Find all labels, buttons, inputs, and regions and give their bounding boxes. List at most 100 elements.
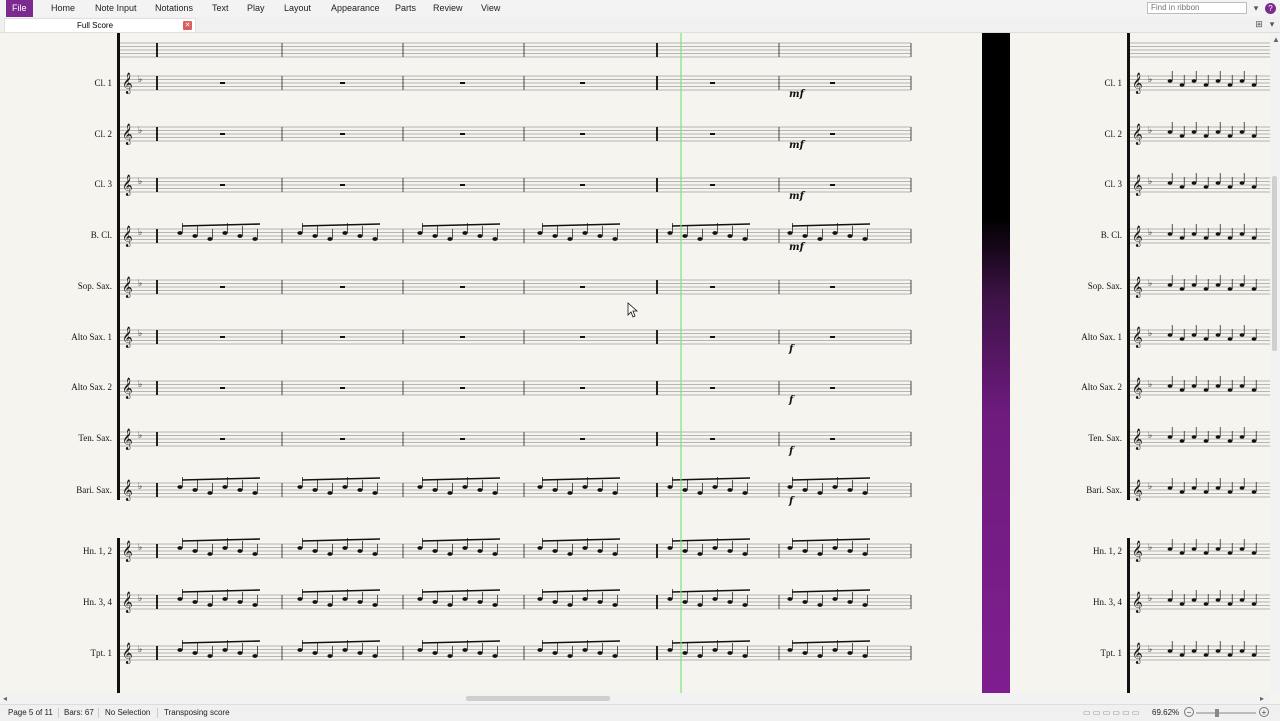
dynamic-marking: mf bbox=[789, 140, 806, 151]
rest bbox=[580, 336, 585, 338]
note-head bbox=[342, 231, 348, 235]
vertical-scrollbar[interactable]: ▲ bbox=[1270, 33, 1280, 693]
question-icon[interactable]: ? bbox=[1265, 3, 1276, 14]
note-head bbox=[682, 234, 688, 238]
zoom-slider-handle[interactable] bbox=[1215, 709, 1219, 717]
note-head bbox=[1239, 547, 1245, 551]
instrument-label: B. Cl. bbox=[90, 230, 112, 240]
note-head bbox=[372, 237, 378, 241]
note-head bbox=[432, 488, 438, 492]
scroll-up-icon[interactable]: ▲ bbox=[1272, 35, 1280, 44]
note-head bbox=[417, 231, 423, 235]
note-head bbox=[1203, 134, 1209, 138]
note-head bbox=[177, 546, 183, 550]
ribbon-tab-layout[interactable]: Layout bbox=[284, 0, 311, 17]
note-head bbox=[1239, 435, 1245, 439]
note-head bbox=[567, 654, 573, 658]
note-head bbox=[742, 237, 748, 241]
rest bbox=[830, 387, 835, 389]
rest bbox=[220, 286, 225, 288]
note-head bbox=[1167, 384, 1173, 388]
note-head bbox=[667, 485, 673, 489]
note-head bbox=[1167, 130, 1173, 134]
note-head bbox=[372, 491, 378, 495]
key-signature: ♭ bbox=[1148, 380, 1152, 390]
ribbon-tab-view[interactable]: View bbox=[481, 0, 500, 17]
note-head bbox=[832, 231, 838, 235]
note-head bbox=[582, 648, 588, 652]
note-head bbox=[327, 491, 333, 495]
zoom-in-icon[interactable]: + bbox=[1259, 707, 1269, 717]
instrument-label: Hn. 3, 4 bbox=[1093, 597, 1122, 607]
ribbon-tab-text[interactable]: Text bbox=[212, 0, 229, 17]
note-head bbox=[727, 651, 733, 655]
treble-clef: 𝄞 bbox=[1132, 378, 1143, 399]
new-tab-icon[interactable]: ⊞ bbox=[1253, 18, 1265, 30]
horizontal-scrollbar[interactable]: ◂ ▸ bbox=[0, 693, 1270, 704]
note-head bbox=[1179, 236, 1185, 240]
status-bars: Bars: 67 bbox=[64, 708, 94, 717]
note-head bbox=[582, 485, 588, 489]
score-canvas[interactable]: 𝄞 𝄞 ♭ ♭ 𝄞 𝄞 ♭ ♭ 𝄞 𝄞 ♭ ♭ 𝄞 𝄞 ♭ ♭ 𝄞 𝄞 ♭ ♭ 𝄞 𝄞 ♭ ♭ 𝄞 𝄞 ♭ ♭ 𝄞 𝄞 ♭ ♭ 𝄞 𝄞 ♭ ♭ 𝄞 𝄞 ♭ ♭… bbox=[0, 33, 1270, 693]
note-head bbox=[1191, 486, 1197, 490]
note-head bbox=[1227, 551, 1233, 555]
note-head bbox=[612, 654, 618, 658]
rest bbox=[710, 133, 715, 135]
note-head bbox=[1191, 181, 1197, 185]
scroll-right-icon[interactable]: ▸ bbox=[1260, 694, 1264, 703]
document-tab-title: Full Score bbox=[77, 21, 114, 30]
zoom-out-icon[interactable]: − bbox=[1184, 707, 1194, 717]
note-beam bbox=[791, 640, 871, 644]
note-head bbox=[582, 597, 588, 601]
note-head bbox=[312, 651, 318, 655]
ribbon-tab-review[interactable]: Review bbox=[433, 0, 463, 17]
ribbon-tab-notations[interactable]: Notations bbox=[155, 0, 193, 17]
ribbon-tab-parts[interactable]: Parts bbox=[395, 0, 416, 17]
note-head bbox=[1251, 388, 1257, 392]
note-head bbox=[1215, 486, 1221, 490]
ribbon-tab-file[interactable]: File bbox=[6, 0, 33, 17]
rest bbox=[710, 286, 715, 288]
instrument-label: Sop. Sax. bbox=[77, 281, 112, 291]
close-icon[interactable]: ✕ bbox=[183, 21, 192, 30]
ribbon-tab-note-input[interactable]: Note Input bbox=[95, 0, 137, 17]
instrument-label: Cl. 3 bbox=[94, 179, 112, 189]
note-beam bbox=[791, 538, 871, 542]
zoom-slider[interactable] bbox=[1196, 712, 1256, 714]
rest bbox=[220, 336, 225, 338]
note-head bbox=[207, 552, 213, 556]
rest bbox=[830, 82, 835, 84]
note-head bbox=[682, 549, 688, 553]
rest bbox=[220, 438, 225, 440]
document-tab[interactable]: Full Score ✕ bbox=[4, 18, 196, 33]
note-head bbox=[432, 600, 438, 604]
note-head bbox=[802, 234, 808, 238]
status-bar: Page 5 of 11 Bars: 67 No Selection Trans… bbox=[0, 704, 1280, 721]
status-transposing-mode[interactable]: Transposing score bbox=[164, 708, 230, 718]
note-head bbox=[1215, 181, 1221, 185]
rest bbox=[580, 184, 585, 186]
instrument-label: Bari. Sax. bbox=[1086, 485, 1122, 495]
scroll-left-icon[interactable]: ◂ bbox=[3, 694, 7, 703]
note-head bbox=[447, 654, 453, 658]
find-in-ribbon-input[interactable] bbox=[1147, 2, 1247, 14]
ribbon-tab-play[interactable]: Play bbox=[247, 0, 265, 17]
horizontal-scroll-thumb[interactable] bbox=[466, 696, 610, 701]
note-head bbox=[1227, 337, 1233, 341]
note-head bbox=[862, 654, 868, 658]
note-head bbox=[1239, 333, 1245, 337]
note-head bbox=[537, 485, 543, 489]
ribbon-tab-appearance[interactable]: Appearance bbox=[331, 0, 380, 17]
rest bbox=[340, 438, 345, 440]
note-head bbox=[252, 552, 258, 556]
note-head bbox=[357, 488, 363, 492]
rest bbox=[830, 184, 835, 186]
tab-menu-icon[interactable]: ▾ bbox=[1266, 18, 1278, 30]
note-head bbox=[1179, 287, 1185, 291]
vertical-scroll-thumb[interactable] bbox=[1272, 176, 1277, 351]
chevron-down-icon[interactable]: ▾ bbox=[1250, 2, 1262, 14]
ribbon-tab-home[interactable]: Home bbox=[51, 0, 75, 17]
key-signature: ♭ bbox=[1148, 279, 1152, 289]
view-mode-icons[interactable]: ▭ ▭ ▭ ▭ ▭ ▭ bbox=[1083, 708, 1139, 718]
note-head bbox=[847, 488, 853, 492]
